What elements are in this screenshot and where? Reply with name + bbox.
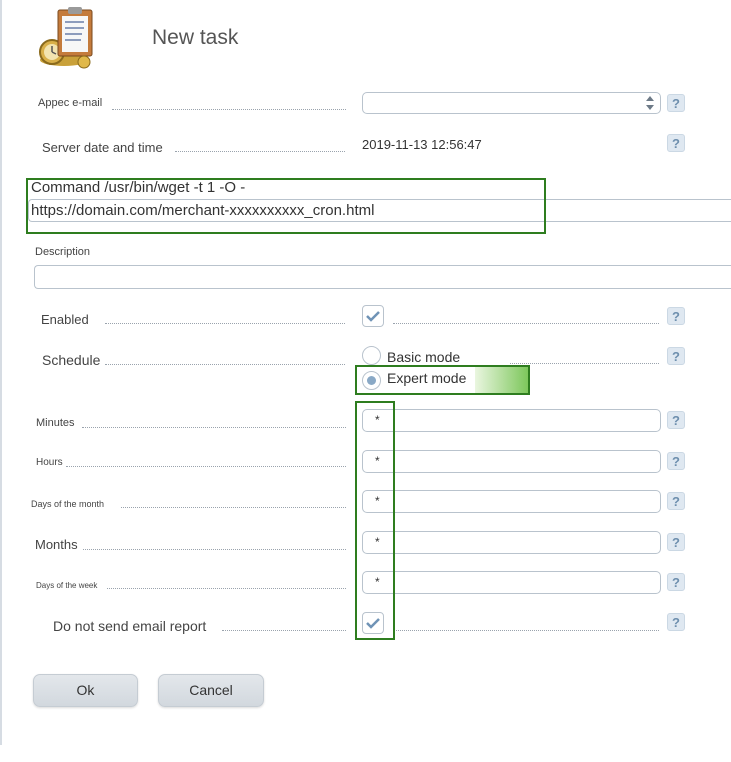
days-of-week-label: Days of the week xyxy=(36,581,98,590)
dotted-leader xyxy=(66,466,346,467)
highlight-schedule-fields xyxy=(355,401,395,640)
no-email-report-label: Do not send email report xyxy=(53,618,207,634)
dotted-leader xyxy=(105,364,345,365)
email-label: Appec e-mail xyxy=(38,97,103,109)
days-of-month-input[interactable]: * xyxy=(362,490,661,513)
help-icon[interactable]: ? xyxy=(667,94,685,112)
page-title: New task xyxy=(152,26,239,49)
basic-mode-label[interactable]: Basic mode xyxy=(387,349,460,365)
help-icon[interactable]: ? xyxy=(667,307,685,325)
dotted-leader xyxy=(82,427,346,428)
description-label: Description xyxy=(35,246,91,258)
help-icon[interactable]: ? xyxy=(667,411,685,429)
months-label: Months xyxy=(35,537,78,552)
select-spinner-icon[interactable] xyxy=(645,95,655,116)
minutes-input[interactable]: * xyxy=(362,409,661,432)
description-input[interactable] xyxy=(34,265,731,289)
minutes-label: Minutes xyxy=(36,417,75,429)
months-input[interactable]: * xyxy=(362,531,661,554)
dotted-leader xyxy=(83,549,346,550)
schedule-label: Schedule xyxy=(42,352,101,368)
check-icon xyxy=(366,311,380,322)
dotted-leader xyxy=(121,507,346,508)
highlight-command xyxy=(26,178,546,234)
email-select[interactable] xyxy=(362,92,661,114)
dotted-leader xyxy=(105,323,345,324)
dotted-leader xyxy=(510,363,659,364)
server-time-value: 2019-11-13 12:56:47 xyxy=(362,137,482,152)
help-icon[interactable]: ? xyxy=(667,347,685,365)
highlight-expert-mode xyxy=(355,365,530,395)
help-icon[interactable]: ? xyxy=(667,573,685,591)
help-icon[interactable]: ? xyxy=(667,533,685,551)
help-icon[interactable]: ? xyxy=(667,452,685,470)
days-of-week-input[interactable]: * xyxy=(362,571,661,594)
dotted-leader xyxy=(222,630,346,631)
help-icon[interactable]: ? xyxy=(667,492,685,510)
left-border xyxy=(0,0,2,745)
dotted-leader xyxy=(393,630,659,631)
days-of-month-label: Days of the month xyxy=(31,499,105,509)
hours-input[interactable]: * xyxy=(362,450,661,473)
dotted-leader xyxy=(107,588,346,589)
radio-basic-mode[interactable] xyxy=(362,346,381,365)
hours-label: Hours xyxy=(36,457,63,468)
help-icon[interactable]: ? xyxy=(667,134,685,152)
server-time-label: Server date and time xyxy=(42,140,163,155)
dotted-leader xyxy=(175,151,345,152)
clipboard-clock-icon xyxy=(36,4,104,70)
enabled-checkbox[interactable] xyxy=(362,305,384,327)
ok-button[interactable]: Ok xyxy=(33,674,138,707)
enabled-label: Enabled xyxy=(41,312,89,327)
cancel-button[interactable]: Cancel xyxy=(158,674,264,707)
help-icon[interactable]: ? xyxy=(667,613,685,631)
dotted-leader xyxy=(393,323,659,324)
dotted-leader xyxy=(112,109,346,110)
